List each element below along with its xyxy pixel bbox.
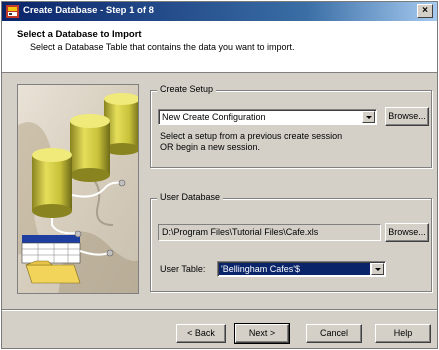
window-title: Create Database - Step 1 of 8 (23, 5, 154, 16)
chevron-down-icon[interactable] (362, 111, 375, 123)
database-browse-button[interactable]: Browse... (385, 223, 429, 242)
close-icon[interactable]: × (417, 4, 433, 18)
header-subtitle: Select a Database Table that contains th… (30, 42, 295, 52)
database-illustration-image (18, 85, 138, 293)
setup-select-value: New Create Configuration (162, 112, 266, 122)
create-database-dialog: Create Database - Step 1 of 8 × Select a… (1, 1, 438, 349)
back-button[interactable]: < Back (176, 324, 226, 343)
setup-browse-button[interactable]: Browse... (385, 107, 429, 126)
user-table-label: User Table: (160, 264, 206, 274)
database-wizard-icon (6, 5, 19, 18)
setup-hint-line1: Select a setup from a previous create se… (160, 131, 343, 141)
user-database-group: User Database D:\Program Files\Tutorial … (150, 192, 432, 292)
user-table-select[interactable]: 'Bellingham Cafes'$ (217, 261, 386, 277)
cancel-button[interactable]: Cancel (306, 324, 362, 343)
footer-separator (2, 309, 437, 311)
header-title: Select a Database to Import (17, 29, 142, 40)
create-setup-legend: Create Setup (157, 84, 217, 94)
next-button[interactable]: Next > (234, 323, 290, 344)
user-database-legend: User Database (157, 192, 224, 202)
setup-select[interactable]: New Create Configuration (158, 109, 377, 125)
wizard-illustration (17, 84, 139, 294)
user-table-value: 'Bellingham Cafes'$ (219, 263, 370, 275)
database-path-field[interactable]: D:\Program Files\Tutorial Files\Cafe.xls (158, 224, 381, 241)
wizard-header: Select a Database to Import Select a Dat… (2, 21, 437, 73)
database-path-value: D:\Program Files\Tutorial Files\Cafe.xls (162, 227, 319, 237)
create-setup-group: Create Setup New Create Configuration Br… (150, 84, 432, 168)
help-button[interactable]: Help (375, 324, 431, 343)
setup-hint-line2: OR begin a new session. (160, 142, 261, 152)
chevron-down-icon[interactable] (371, 263, 384, 275)
title-bar[interactable]: Create Database - Step 1 of 8 × (2, 2, 437, 21)
